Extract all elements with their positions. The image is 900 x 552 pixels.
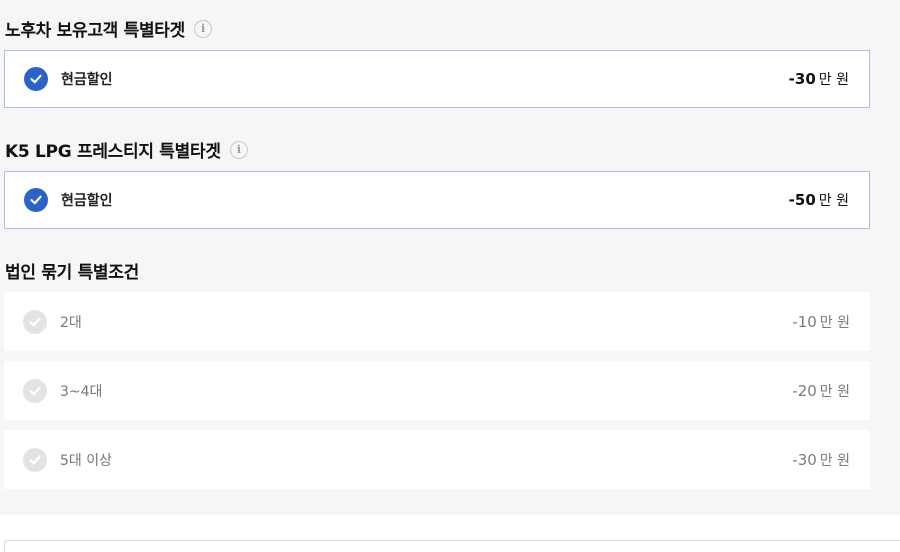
option-old-car-cash-discount[interactable]: 현금할인 -30 만 원 [4, 50, 870, 108]
option-amount: -10 만 원 [792, 312, 850, 332]
section-title-text: K5 LPG 프레스티지 특별타겟 [5, 142, 221, 162]
amount-value: -30 [788, 70, 816, 88]
checkmark-icon[interactable] [24, 188, 48, 212]
amount-value: -30 [792, 450, 817, 469]
section-title-corporate-bundle: 법인 묶기 특별조건 [5, 258, 139, 283]
option-label: 5대 이상 [60, 452, 112, 469]
section-title-text: 노후차 보유고객 특별타겟 [5, 21, 185, 41]
info-icon[interactable]: i [229, 140, 248, 159]
section-title-old-car-target: 노후차 보유고객 특별타겟 i [5, 16, 212, 41]
section-title-text: 법인 묶기 특별조건 [5, 263, 139, 283]
amount-unit: 만 원 [818, 72, 849, 88]
option-bundle-3-4[interactable]: 3~4대 -20 만 원 [4, 361, 870, 420]
checkmark-icon[interactable] [23, 447, 47, 472]
amount-unit: 만 원 [819, 314, 850, 331]
option-k5-lpg-cash-discount[interactable]: 현금할인 -50 만 원 [4, 171, 870, 229]
option-amount: -30 만 원 [789, 69, 849, 89]
option-label: 현금할인 [61, 193, 113, 209]
option-label: 3~4대 [60, 383, 103, 400]
option-bundle-5-plus[interactable]: 5대 이상 -30 만 원 [4, 430, 870, 489]
checkmark-icon[interactable] [24, 67, 48, 91]
option-amount: -50 만 원 [789, 190, 849, 210]
amount-value: -20 [792, 381, 817, 400]
option-bundle-2[interactable]: 2대 -10 만 원 [4, 292, 870, 351]
checkmark-icon[interactable] [23, 378, 47, 403]
amount-unit: 만 원 [819, 452, 850, 469]
amount-value: -50 [788, 191, 816, 209]
amount-value: -10 [792, 312, 817, 331]
section-title-k5-lpg-target: K5 LPG 프레스티지 특별타겟 i [5, 137, 248, 162]
info-icon[interactable]: i [193, 19, 212, 38]
option-amount: -20 만 원 [792, 381, 850, 401]
bottom-input-box[interactable] [4, 540, 900, 552]
option-amount: -30 만 원 [792, 450, 850, 470]
option-label: 2대 [60, 314, 82, 331]
checkmark-icon[interactable] [23, 309, 47, 334]
option-label: 현금할인 [61, 72, 113, 88]
amount-unit: 만 원 [818, 193, 849, 209]
amount-unit: 만 원 [819, 383, 850, 400]
